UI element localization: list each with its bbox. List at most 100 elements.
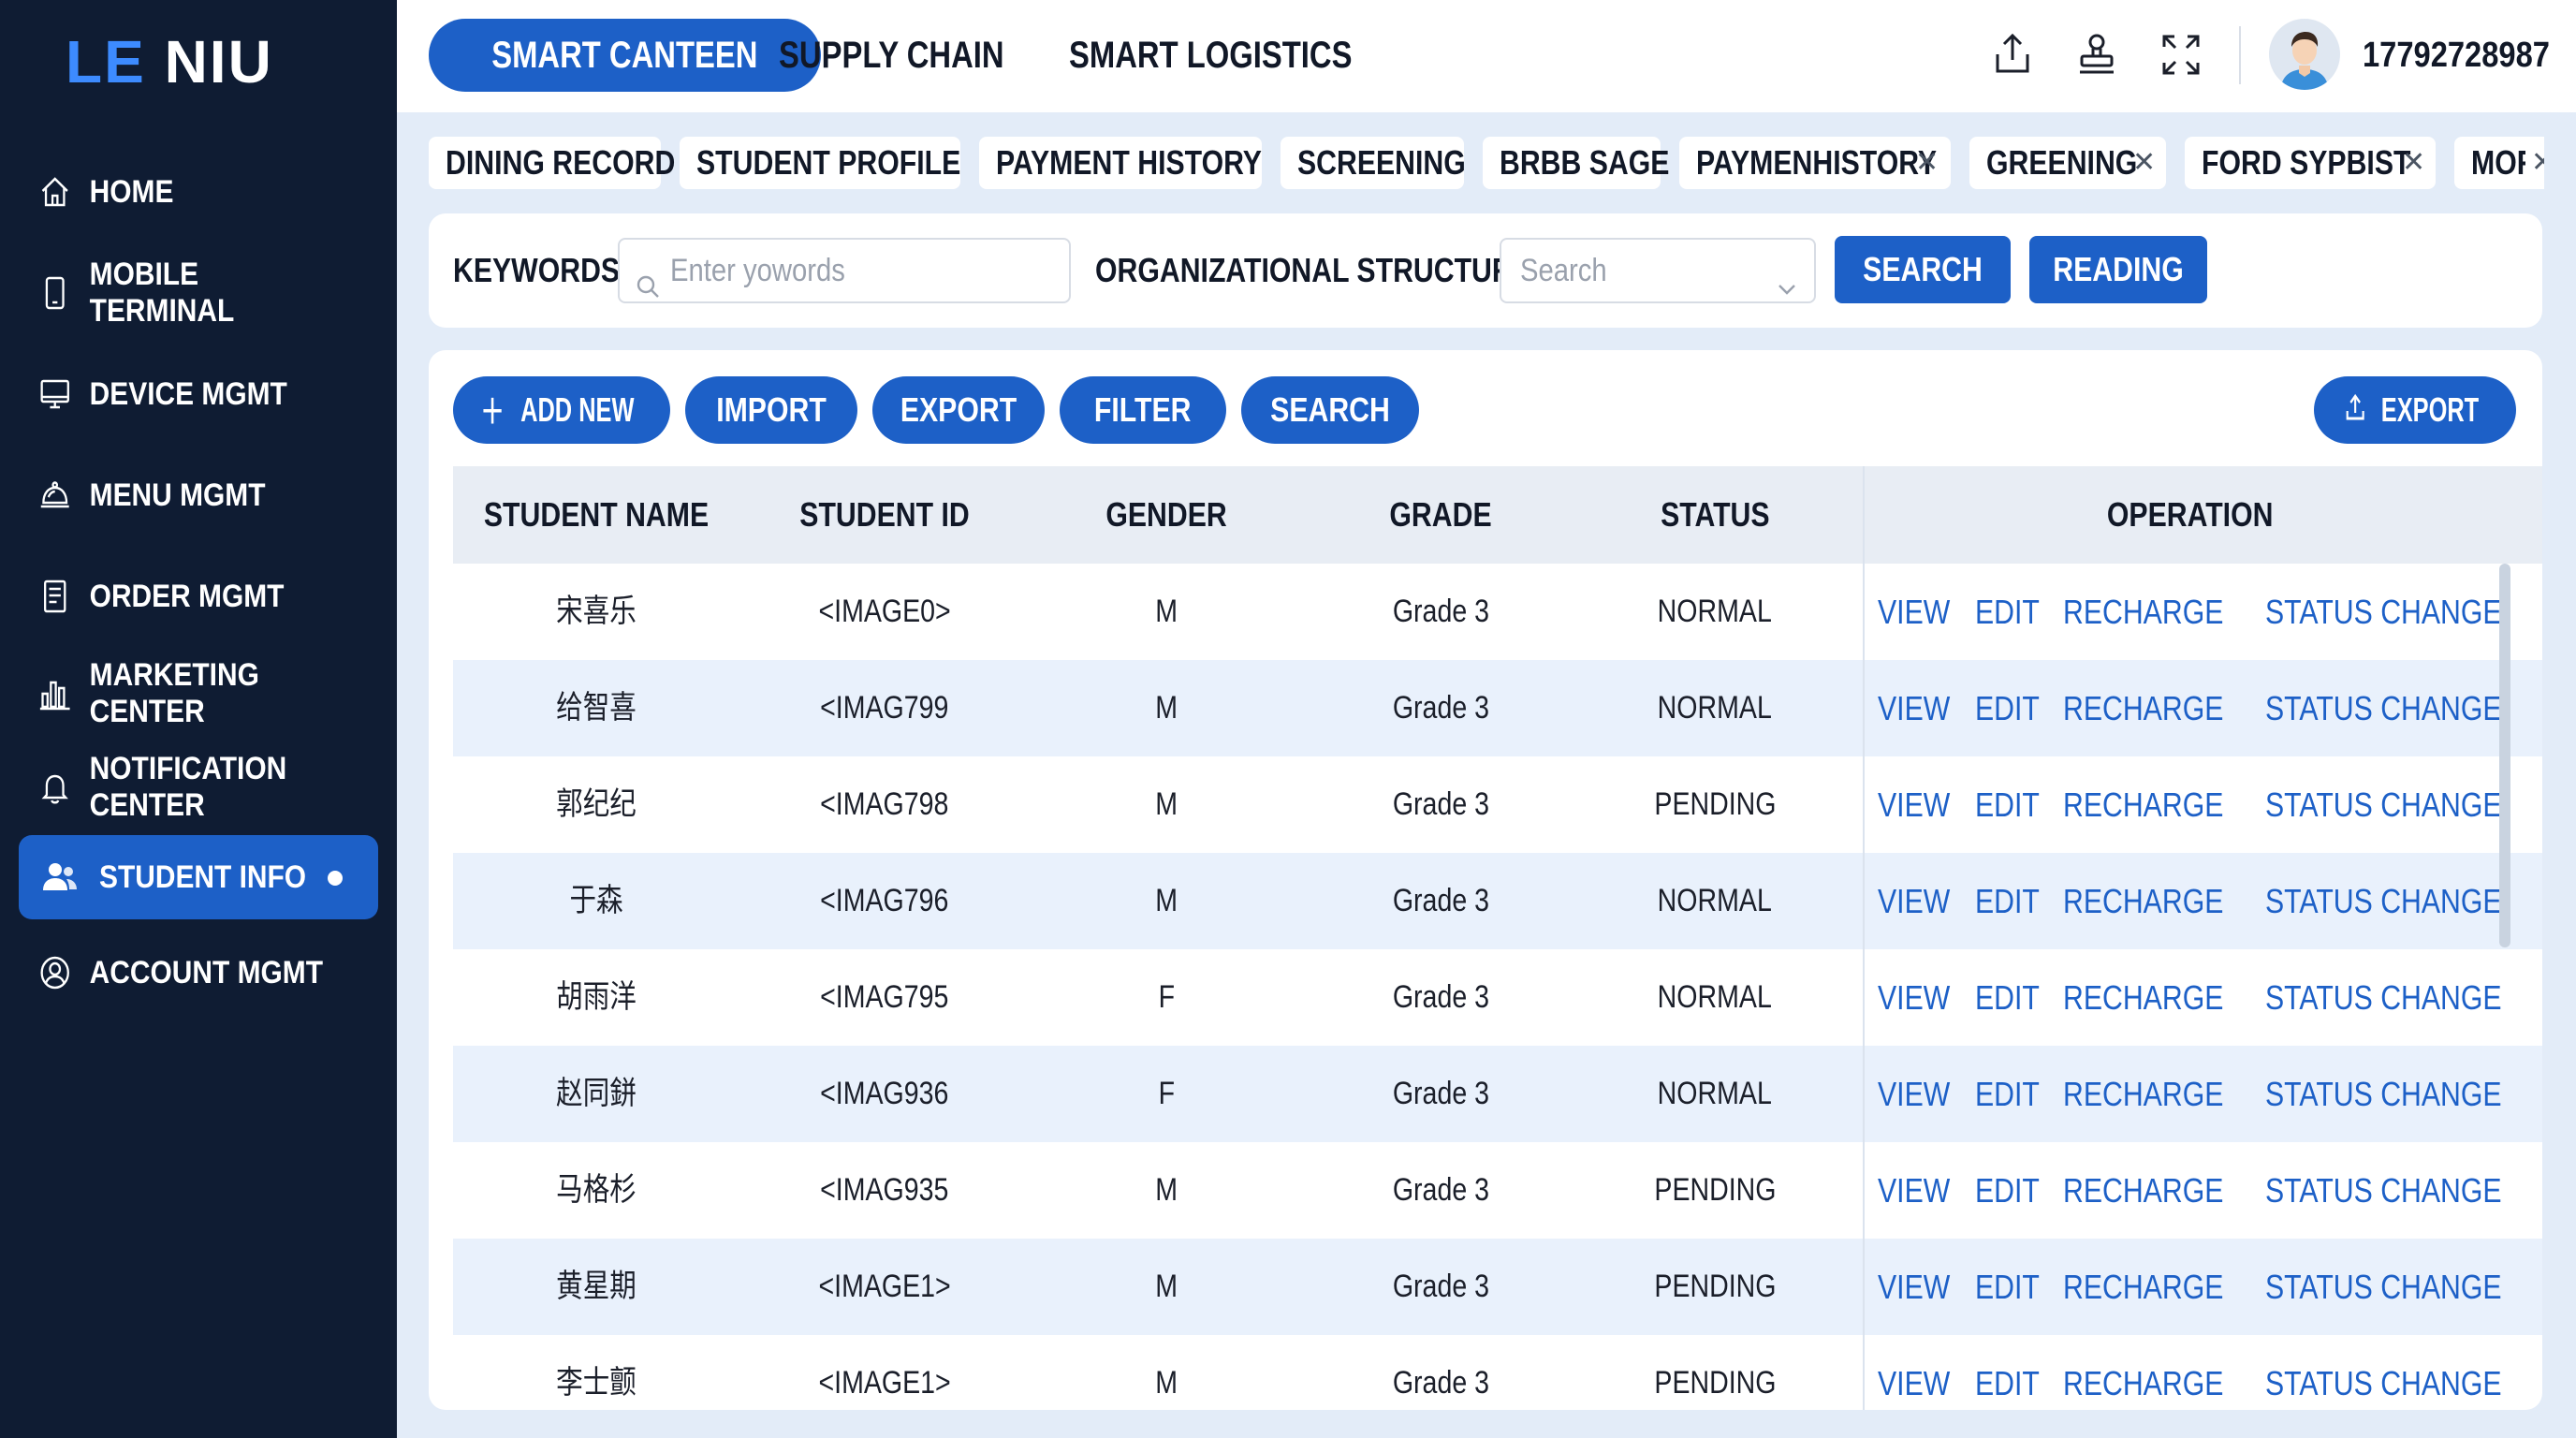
table-row[interactable]: 宋喜乐 <IMAGE0> M Grade 3 NORMAL VIEW EDIT RECHARG… [453,564,2542,660]
table-row[interactable]: 马格杉 <IMAG935 M Grade 3 PENDING VIEW EDIT RECHAR… [453,1142,2542,1239]
table-row[interactable]: 给智喜 <IMAG799 M Grade 3 NORMAL VIEW EDIT RECHARG… [453,660,2542,756]
search-button[interactable]: SEARCH [1835,236,2011,303]
cell-name: 胡雨洋 [556,979,637,1015]
keywords-input[interactable]: Enter yowords [618,238,1071,303]
recharge-link[interactable]: RECHARGE [2063,593,2239,632]
export-right-button[interactable]: EXPORT [2314,376,2516,444]
table-scrollbar[interactable] [2499,564,2510,947]
column-header-student-name[interactable]: STUDENT NAME [453,466,739,564]
tab-paymenhistory[interactable]: PAYMENHISTORY ✕ [1679,137,1951,189]
status-change-link[interactable]: STATUS CHANGE [2265,1268,2517,1307]
cell-id: <IMAG935 [820,1172,949,1208]
import-button[interactable]: IMPORT [685,376,857,444]
fullscreen-icon[interactable] [2157,28,2205,82]
edit-link[interactable]: EDIT [1975,1364,2056,1403]
cell-id: <IMAGE1> [818,1365,951,1401]
tab-screening[interactable]: SCREENING [1281,137,1466,189]
edit-link[interactable]: EDIT [1975,882,2056,921]
filter-button[interactable]: FILTER [1060,376,1226,444]
edit-link[interactable]: EDIT [1975,1075,2056,1114]
edit-link[interactable]: EDIT [1975,978,2056,1018]
recharge-link[interactable]: RECHARGE [2063,1075,2239,1114]
sidebar-item-menu-mgmt[interactable]: MENU MGMT [19,453,335,537]
export-button[interactable]: EXPORT [872,376,1045,444]
username[interactable]: 17792728987 [2363,28,2550,82]
column-header-grade[interactable]: GRADE [1303,466,1578,564]
recharge-link[interactable]: RECHARGE [2063,1171,2239,1211]
stamp-icon[interactable] [2072,28,2121,82]
cell-status: NORMAL [1657,1076,1773,1111]
table-row[interactable]: 李士颤 <IMAGE1> M Grade 3 PENDING VIEW EDIT RECHAR… [453,1335,2542,1410]
sidebar-item-mobile-terminal[interactable]: MOBILE TERMINAL [19,251,335,335]
view-link[interactable]: VIEW [1878,1268,1966,1307]
status-change-link[interactable]: STATUS CHANGE [2265,978,2517,1018]
status-change-link[interactable]: STATUS CHANGE [2265,882,2517,921]
column-header-student-id[interactable]: STUDENT ID [739,466,1030,564]
table-header: STUDENT NAME STUDENT ID GENDER GRADE STA… [453,466,2542,564]
org-structure-select[interactable]: Search [1500,238,1816,303]
close-icon[interactable]: ✕ [2402,137,2425,189]
recharge-link[interactable]: RECHARGE [2063,1364,2239,1403]
recharge-link[interactable]: RECHARGE [2063,882,2239,921]
cell-id: <IMAG936 [820,1076,949,1111]
tab-more[interactable]: MORE ✕ [2454,137,2544,189]
sidebar-item-student-info[interactable]: STUDENT INFO [19,835,378,919]
toolbar-search-button[interactable]: SEARCH [1241,376,1419,444]
column-header-gender[interactable]: GENDER [1030,466,1303,564]
view-link[interactable]: VIEW [1878,882,1966,921]
tab-dining-record[interactable]: DINING RECORD [429,137,675,189]
sidebar-item-marketing-center[interactable]: MARKETING CENTER [19,652,335,736]
tab-greening[interactable]: GREENING ✕ [1969,137,2166,189]
edit-link[interactable]: EDIT [1975,593,2056,632]
table-row[interactable]: 胡雨洋 <IMAG795 F Grade 3 NORMAL VIEW EDIT RECHARG… [453,949,2542,1046]
view-link[interactable]: VIEW [1878,593,1966,632]
view-link[interactable]: VIEW [1878,1171,1966,1211]
edit-link[interactable]: EDIT [1975,1171,2056,1211]
edit-link[interactable]: EDIT [1975,785,2056,825]
table-row[interactable]: 于森 <IMAG796 M Grade 3 NORMAL VIEW EDIT RECHARGE… [453,853,2542,949]
upload-icon [2344,378,2366,446]
status-change-link[interactable]: STATUS CHANGE [2265,593,2517,632]
recharge-link[interactable]: RECHARGE [2063,1268,2239,1307]
table-row[interactable]: 郭纪纪 <IMAG798 M Grade 3 PENDING VIEW EDIT RECHAR… [453,756,2542,853]
status-change-link[interactable]: STATUS CHANGE [2265,785,2517,825]
tab-student-profile[interactable]: STUDENT PROFILE [680,137,960,189]
avatar[interactable] [2269,19,2340,90]
tab-brbb-sage[interactable]: BRBB SAGE [1483,137,1669,189]
column-header-status[interactable]: STATUS [1578,466,1852,564]
share-icon[interactable] [1988,28,2037,82]
status-change-link[interactable]: STATUS CHANGE [2265,1364,2517,1403]
table-row[interactable]: 黄星期 <IMAGE1> M Grade 3 PENDING VIEW EDIT RECHAR… [453,1239,2542,1335]
tab-ford-sypbist[interactable]: FORD SYPBIST ✕ [2185,137,2436,189]
sidebar-item-account-mgmt[interactable]: ACCOUNT MGMT [19,931,335,1015]
view-link[interactable]: VIEW [1878,978,1966,1018]
sidebar-item-order-mgmt[interactable]: ORDER MGMT [19,554,335,638]
reading-button[interactable]: READING [2029,236,2207,303]
edit-link[interactable]: EDIT [1975,1268,2056,1307]
close-icon[interactable]: ✕ [1915,137,1939,189]
topnav-smart-canteen[interactable]: SMART CANTEEN [429,19,821,92]
topnav-supply-chain[interactable]: SUPPLY CHAIN [779,19,1004,92]
sidebar-item-home[interactable]: HOME [19,150,335,234]
recharge-link[interactable]: RECHARGE [2063,785,2239,825]
status-change-link[interactable]: STATUS CHANGE [2265,1171,2517,1211]
close-icon[interactable]: ✕ [2132,137,2156,189]
logo-right: NIU [164,28,273,95]
view-link[interactable]: VIEW [1878,1364,1966,1403]
edit-link[interactable]: EDIT [1975,689,2056,728]
sidebar-item-notification-center[interactable]: NOTIFICATION CENTER [19,745,335,829]
recharge-link[interactable]: RECHARGE [2063,689,2239,728]
sidebar-item-device-mgmt[interactable]: DEVICE MGMT [19,352,335,436]
view-link[interactable]: VIEW [1878,785,1966,825]
add-new-button[interactable]: ＋ ADD NEW [453,376,670,444]
tab-payment-history[interactable]: PAYMENT HISTORY [979,137,1262,189]
table-row[interactable]: 赵同鉼 <IMAG936 F Grade 3 NORMAL VIEW EDIT RECHARG… [453,1046,2542,1142]
view-link[interactable]: VIEW [1878,689,1966,728]
status-change-link[interactable]: STATUS CHANGE [2265,689,2517,728]
plus-icon: ＋ [480,392,505,432]
close-icon[interactable]: ✕ [2525,137,2544,189]
topnav-smart-logistics[interactable]: SMART LOGISTICS [1069,19,1352,92]
view-link[interactable]: VIEW [1878,1075,1966,1114]
status-change-link[interactable]: STATUS CHANGE [2265,1075,2517,1114]
recharge-link[interactable]: RECHARGE [2063,978,2239,1018]
